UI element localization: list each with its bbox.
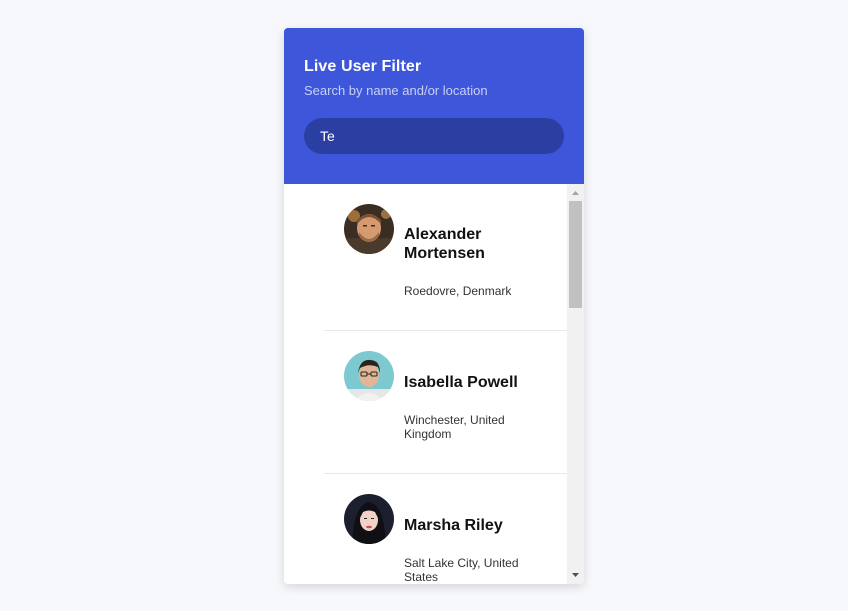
user-name: Isabella Powell (404, 374, 518, 391)
user-list[interactable]: Alexander Mortensen Roedovre, Denmark Is… (284, 184, 567, 584)
user-location: Roedovre, Denmark (404, 284, 512, 298)
avatar (344, 494, 394, 544)
avatar (344, 204, 394, 254)
search-input[interactable] (304, 118, 564, 154)
user-name: Marsha Riley (404, 517, 503, 534)
user-location: Winchester, United Kingdom (404, 413, 505, 441)
page-title: Live User Filter (304, 58, 422, 75)
user-name: Alexander Mortensen (404, 226, 485, 262)
user-photo (344, 204, 394, 254)
list-item[interactable]: Alexander Mortensen Roedovre, Denmark (324, 184, 567, 331)
scrollbar-thumb[interactable] (569, 201, 582, 308)
list-scrollbar[interactable] (567, 184, 584, 584)
list-item[interactable]: Isabella Powell Winchester, United Kingd… (324, 331, 567, 474)
user-photo (344, 351, 394, 401)
list-item[interactable]: Marsha Riley Salt Lake City, United Stat… (324, 474, 567, 584)
user-photo (344, 494, 394, 544)
user-location: Salt Lake City, United States (404, 556, 519, 584)
avatar (344, 351, 394, 401)
triangle-up-icon[interactable] (567, 186, 584, 200)
triangle-down-icon[interactable] (567, 568, 584, 582)
user-filter-card: Live User Filter Search by name and/or l… (284, 28, 584, 584)
page-subtitle: Search by name and/or location (304, 83, 488, 98)
header: Live User Filter Search by name and/or l… (284, 28, 584, 184)
